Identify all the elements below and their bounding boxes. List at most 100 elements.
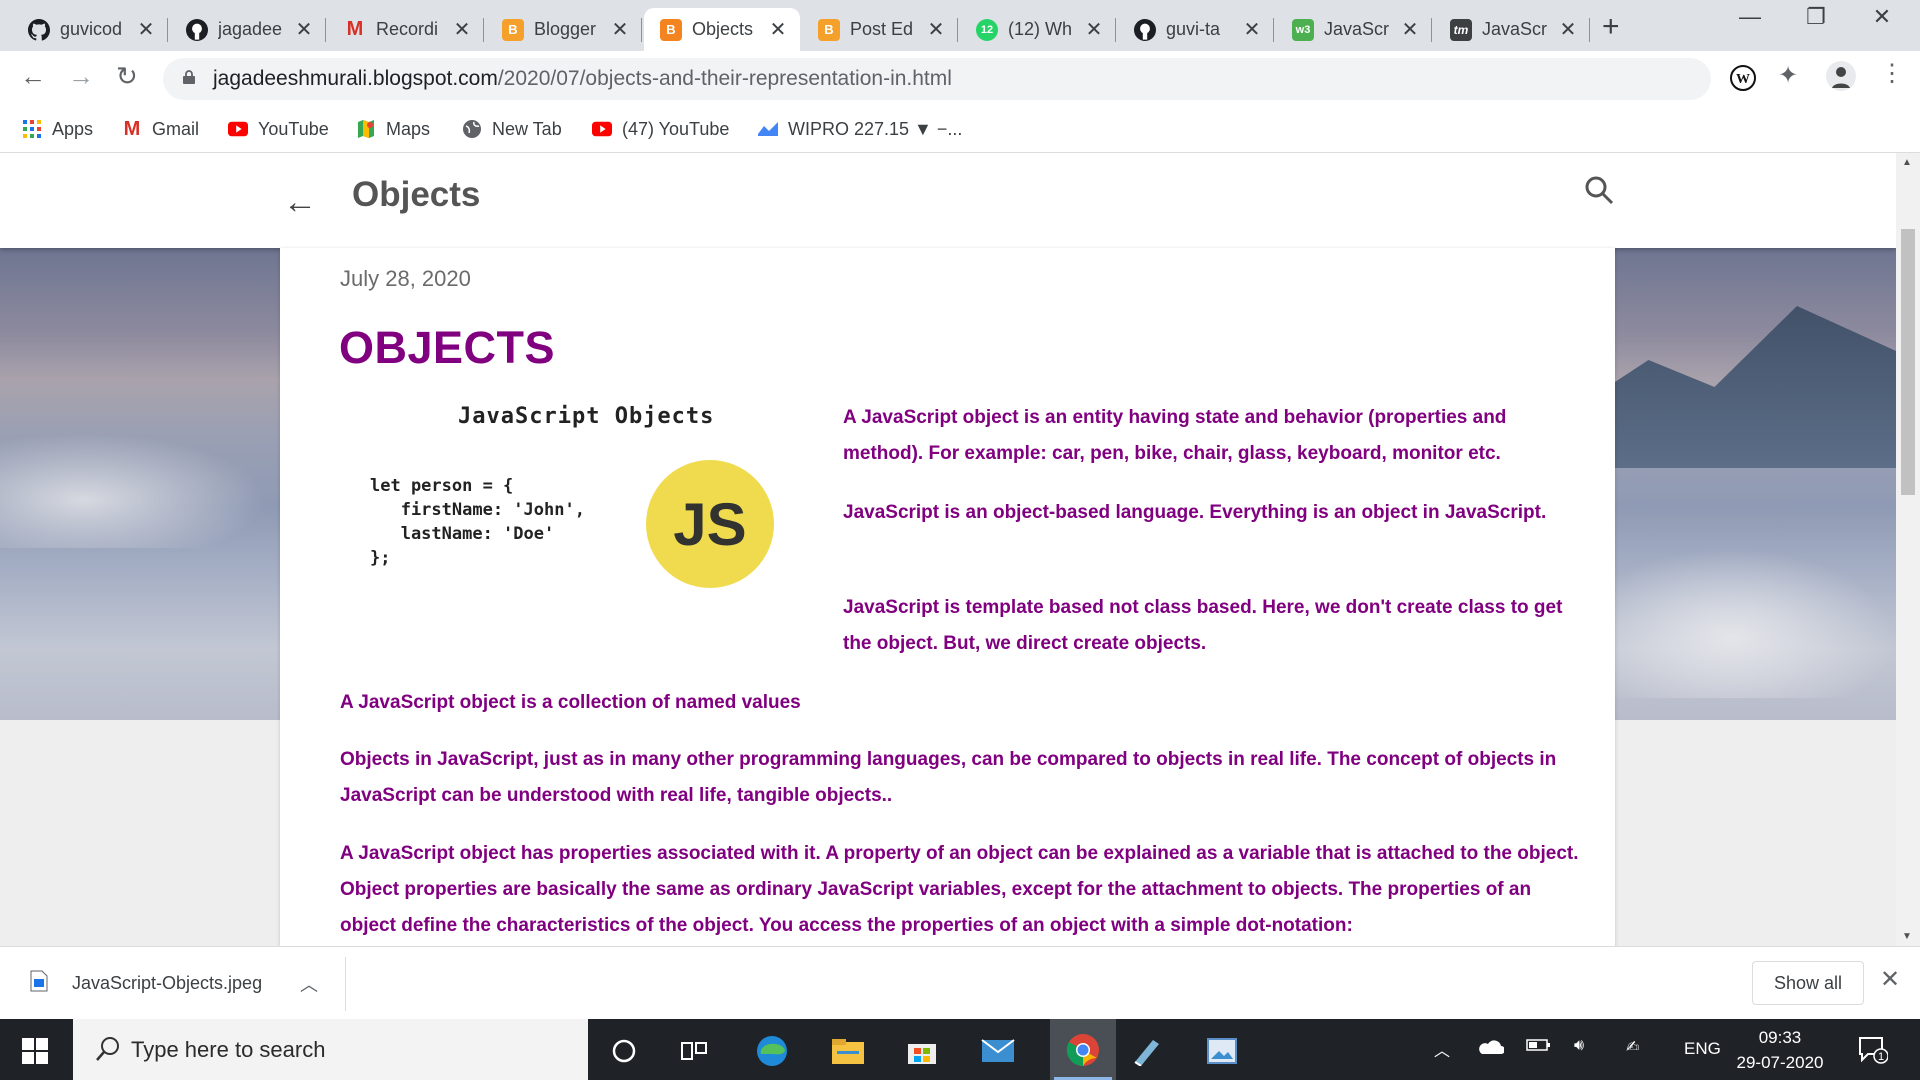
scroll-up-icon[interactable]: ▲ — [1902, 157, 1912, 168]
edge-icon[interactable] — [750, 1029, 794, 1073]
close-tab-icon[interactable]: ✕ — [294, 17, 314, 42]
paragraph: A JavaScript object has properties assoc… — [340, 843, 1579, 936]
tab-title: Objects — [692, 19, 754, 39]
task-view-icon[interactable] — [672, 1029, 716, 1073]
bookmark-label: Maps — [386, 118, 431, 139]
show-hidden-icons-icon[interactable]: ︿ — [1434, 1037, 1450, 1061]
show-all-button[interactable]: Show all — [1752, 961, 1864, 1005]
chrome-taskbar-icon[interactable] — [1050, 1019, 1116, 1080]
bookmark-apps[interactable]: Apps — [22, 116, 93, 142]
windows-start-button[interactable] — [22, 1038, 48, 1064]
tab-guvicod[interactable]: guvicod ✕ — [12, 8, 168, 51]
search-icon — [96, 1037, 119, 1061]
minimize-button[interactable]: — — [1720, 4, 1780, 30]
svg-text:W: W — [1736, 72, 1750, 87]
taskbar-search-placeholder: Type here to search — [131, 1037, 326, 1062]
close-tab-icon[interactable]: ✕ — [136, 17, 156, 42]
close-tab-icon[interactable]: ✕ — [1084, 17, 1104, 42]
download-bar: JavaScript-Objects.jpeg ︿ Show all ✕ — [0, 946, 1920, 1019]
back-arrow-icon[interactable]: ← — [283, 183, 317, 222]
clock-time: 09:33 — [1758, 1028, 1802, 1047]
close-tab-icon[interactable]: ✕ — [926, 17, 946, 42]
search-icon[interactable] — [1584, 175, 1614, 210]
close-window-button[interactable]: ✕ — [1852, 4, 1912, 30]
paragraph: A JavaScript object is a collection of n… — [340, 692, 801, 713]
image-file-icon — [30, 970, 48, 997]
notification-count: 1 — [1878, 1051, 1884, 1063]
close-tab-icon[interactable]: ✕ — [1242, 17, 1262, 42]
youtube-icon — [228, 119, 248, 139]
reload-button[interactable]: ↻ — [116, 61, 138, 92]
pen-workspace-icon[interactable]: ✍︎ — [1626, 1037, 1639, 1057]
restore-button[interactable]: ❐ — [1786, 4, 1846, 30]
back-button[interactable]: ← — [20, 61, 46, 92]
bookmark-label: (47) YouTube — [622, 118, 730, 139]
tutorialsmate-icon: tm — [1450, 18, 1472, 41]
new-tab-button[interactable]: + — [1602, 10, 1620, 44]
tab-title: jagadee — [218, 19, 283, 39]
download-item[interactable]: JavaScript-Objects.jpeg — [30, 965, 262, 1001]
microsoft-store-icon[interactable] — [900, 1029, 944, 1073]
close-tab-icon[interactable]: ✕ — [1558, 17, 1578, 42]
bookmark-youtube-47[interactable]: (47) YouTube — [592, 116, 729, 142]
bookmark-youtube[interactable]: YouTube — [228, 116, 329, 142]
tab-title: guvi-ta — [1166, 19, 1221, 39]
scrollbar-thumb[interactable] — [1901, 229, 1915, 495]
forward-button[interactable]: → — [68, 61, 94, 92]
onedrive-icon[interactable] — [1478, 1039, 1505, 1060]
action-center-icon[interactable]: 1 — [1858, 1036, 1889, 1069]
close-tab-icon[interactable]: ✕ — [1400, 17, 1420, 42]
bookmark-wipro[interactable]: WIPRO 227.15 ▼ −... — [758, 116, 962, 142]
maps-icon — [356, 119, 376, 139]
volume-icon[interactable]: 🔊︎ — [1574, 1037, 1584, 1055]
chrome-menu-icon[interactable]: ⋮ — [1880, 59, 1904, 88]
tab-post-editor[interactable]: B Post Ed ✕ — [802, 8, 958, 51]
tab-w3schools[interactable]: w3 JavaScr ✕ — [1276, 8, 1432, 51]
wordpress-extension-icon[interactable]: W — [1730, 65, 1756, 96]
tab-tutorialsmate[interactable]: tm JavaScr ✕ — [1434, 8, 1590, 51]
page-scrollbar[interactable]: ▲ ▼ — [1896, 153, 1920, 946]
tab-objects[interactable]: B Objects ✕ — [644, 8, 800, 51]
post-image[interactable]: JavaScript Objects let person = { firstN… — [340, 388, 810, 623]
close-tab-icon[interactable]: ✕ — [452, 17, 472, 42]
w3schools-icon: w3 — [1292, 18, 1314, 41]
paragraph: JavaScript is template based not class b… — [843, 597, 1563, 654]
youtube-icon — [592, 119, 612, 139]
close-tab-icon[interactable]: ✕ — [610, 17, 630, 42]
tab-title: JavaScr — [1482, 19, 1548, 39]
scroll-down-icon[interactable]: ▼ — [1902, 931, 1912, 942]
taskbar-search-box[interactable]: Type here to search — [73, 1019, 588, 1080]
paragraph: Objects in JavaScript, just as in many o… — [340, 749, 1557, 806]
address-bar[interactable]: jagadeeshmurali.blogspot.com/2020/07/obj… — [163, 58, 1854, 100]
notepad-app-icon[interactable] — [1124, 1029, 1168, 1073]
file-explorer-icon[interactable] — [826, 1029, 870, 1073]
extensions-puzzle-icon[interactable]: ✦ — [1778, 61, 1798, 90]
post-card: July 28, 2020 OBJECTS JavaScript Objects… — [280, 248, 1615, 946]
cortana-icon[interactable] — [602, 1029, 646, 1073]
tab-jagadee[interactable]: jagadee ✕ — [170, 8, 326, 51]
windows-taskbar: Type here to search ︿ 🔊︎ ✍︎ ENG 09:33 29… — [0, 1019, 1920, 1080]
js-logo-icon: JS — [646, 460, 774, 588]
battery-icon[interactable] — [1526, 1037, 1552, 1058]
tab-guvi-ta[interactable]: guvi-ta ✕ — [1118, 8, 1274, 51]
page-viewport: ← Objects July 28, 2020 OBJECTS JavaScri… — [0, 153, 1896, 946]
chevron-up-icon[interactable]: ︿ — [300, 971, 318, 997]
tab-recordi[interactable]: M Recordi ✕ — [328, 8, 484, 51]
close-icon[interactable]: ✕ — [1880, 965, 1900, 994]
bookmark-new-tab[interactable]: New Tab — [462, 116, 562, 142]
browser-toolbar: ← → ↻ jagadeeshmurali.blogspot.com/2020/… — [0, 51, 1920, 107]
tab-blogger[interactable]: B Blogger ✕ — [486, 8, 642, 51]
close-tab-icon[interactable]: ✕ — [768, 17, 788, 42]
tab-title: Blogger — [534, 19, 597, 39]
language-indicator[interactable]: ENG — [1684, 1039, 1721, 1059]
bookmark-maps[interactable]: Maps — [356, 116, 430, 142]
paragraph: JavaScript is an object-based language. … — [843, 502, 1547, 523]
mail-icon[interactable] — [976, 1029, 1020, 1073]
photos-app-icon[interactable] — [1200, 1029, 1244, 1073]
tab-whatsapp[interactable]: 12 (12) Wh ✕ — [960, 8, 1116, 51]
profile-avatar[interactable] — [1826, 61, 1856, 96]
blogger-icon: B — [502, 18, 524, 41]
post-heading: OBJECTS — [339, 322, 556, 373]
taskbar-clock[interactable]: 09:33 29-07-2020 — [1730, 1025, 1830, 1075]
bookmark-gmail[interactable]: M Gmail — [122, 116, 199, 142]
